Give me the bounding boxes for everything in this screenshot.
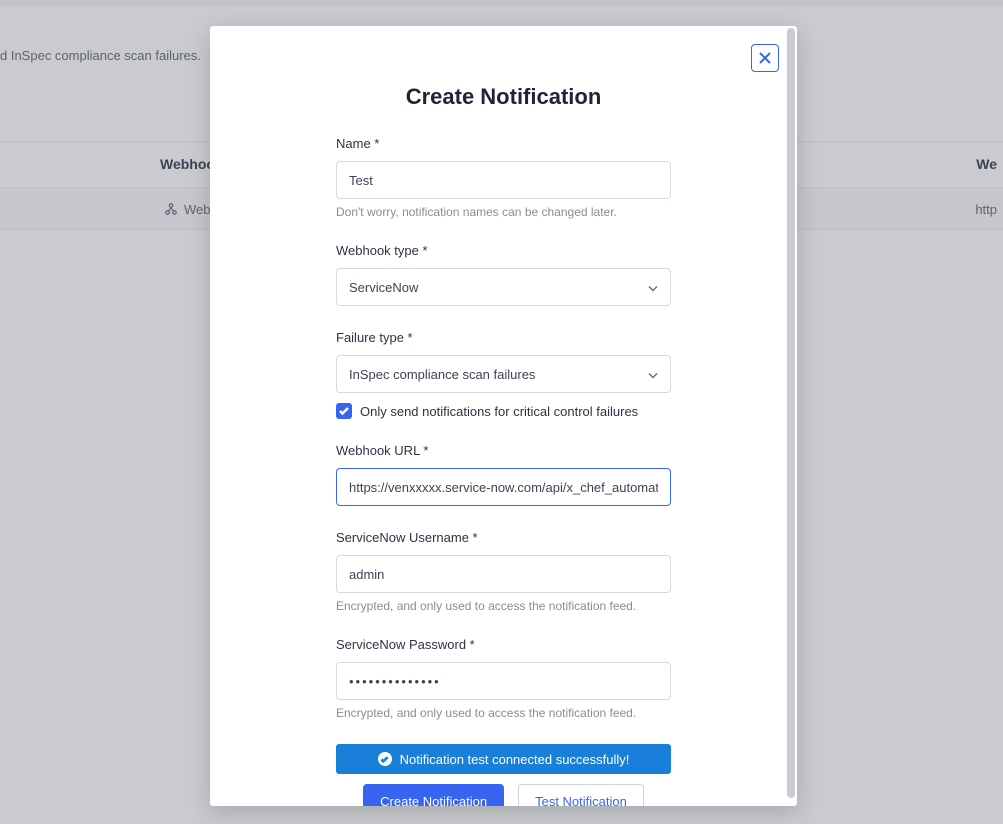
name-help: Don't worry, notification names can be c… [336, 205, 671, 219]
password-help: Encrypted, and only used to access the n… [336, 706, 671, 720]
webhook-type-select[interactable]: ServiceNow [336, 268, 671, 306]
close-button[interactable] [751, 44, 779, 72]
create-notification-button[interactable]: Create Notification [363, 784, 504, 806]
success-message: Notification test connected successfully… [400, 752, 630, 767]
webhook-url-input[interactable] [336, 468, 671, 506]
name-input[interactable] [336, 161, 671, 199]
modal-scrollbar[interactable] [787, 28, 795, 804]
webhook-url-label: Webhook URL * [336, 443, 671, 458]
password-label: ServiceNow Password * [336, 637, 671, 652]
failure-type-select[interactable]: InSpec compliance scan failures [336, 355, 671, 393]
modal-title: Create Notification [232, 84, 775, 110]
create-notification-modal: Create Notification Name * Don't worry, … [210, 26, 797, 806]
name-label: Name * [336, 136, 671, 151]
chevron-down-icon [648, 280, 658, 295]
check-circle-icon [378, 752, 392, 766]
password-input[interactable] [336, 662, 671, 700]
username-label: ServiceNow Username * [336, 530, 671, 545]
chevron-down-icon [648, 367, 658, 382]
failure-type-value: InSpec compliance scan failures [349, 367, 535, 382]
critical-only-label: Only send notifications for critical con… [360, 404, 638, 419]
failure-type-label: Failure type * [336, 330, 671, 345]
webhook-type-label: Webhook type * [336, 243, 671, 258]
success-banner: Notification test connected successfully… [336, 744, 671, 774]
critical-only-checkbox[interactable] [336, 403, 352, 419]
webhook-type-value: ServiceNow [349, 280, 418, 295]
test-notification-button[interactable]: Test Notification [518, 784, 644, 806]
username-help: Encrypted, and only used to access the n… [336, 599, 671, 613]
username-input[interactable] [336, 555, 671, 593]
